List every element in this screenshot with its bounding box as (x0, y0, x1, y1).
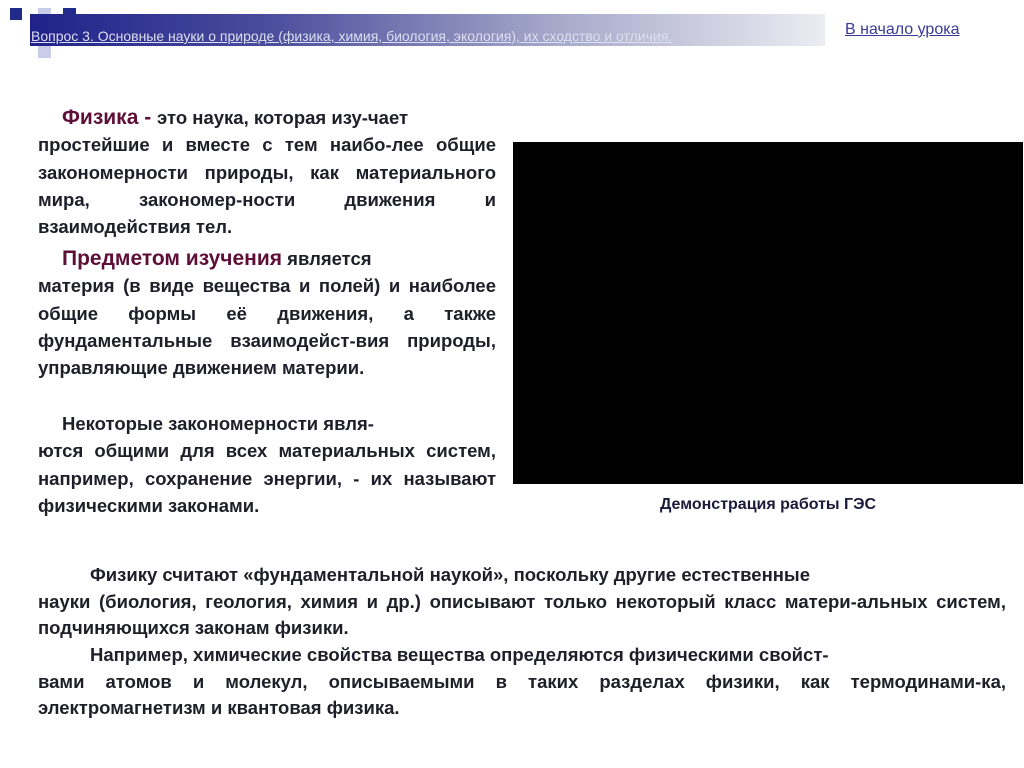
video-caption: Демонстрация работы ГЭС (659, 496, 877, 513)
physics-term: Физика - (62, 106, 158, 129)
physics-definition-paragraph: Физика - это наука, которая изу-чает прос… (38, 106, 496, 238)
paragraph-first-line: Физику считают «фундаментальной наукой»,… (90, 564, 811, 585)
paragraph-first-line: Некоторые закономерности явля- (62, 413, 374, 434)
corner-square-light (38, 45, 51, 58)
fundamental-science-paragraph: Физику считают «фундаментальной наукой»,… (38, 564, 1006, 638)
corner-square-dark (10, 8, 22, 20)
chemistry-example-paragraph: Например, химические свойства вещества о… (38, 644, 1006, 718)
paragraph-first-line: Например, химические свойства вещества о… (90, 644, 829, 665)
paragraph-first-line: Физика - это наука, которая изу-чает (62, 106, 409, 129)
hydro-plant-video[interactable] (513, 142, 1023, 484)
back-to-lesson-start-link[interactable]: В начало урока (845, 21, 959, 39)
slide-title: Вопрос 3. Основные науки о природе (физи… (31, 28, 673, 44)
paragraph-first-line: Предметом изучения является (62, 247, 372, 270)
laws-paragraph: Некоторые закономерности явля-ются общим… (38, 410, 496, 519)
subject-of-study-paragraph: Предметом изучения является материя (в ви… (38, 247, 496, 379)
subject-term: Предметом изучения (62, 247, 283, 270)
